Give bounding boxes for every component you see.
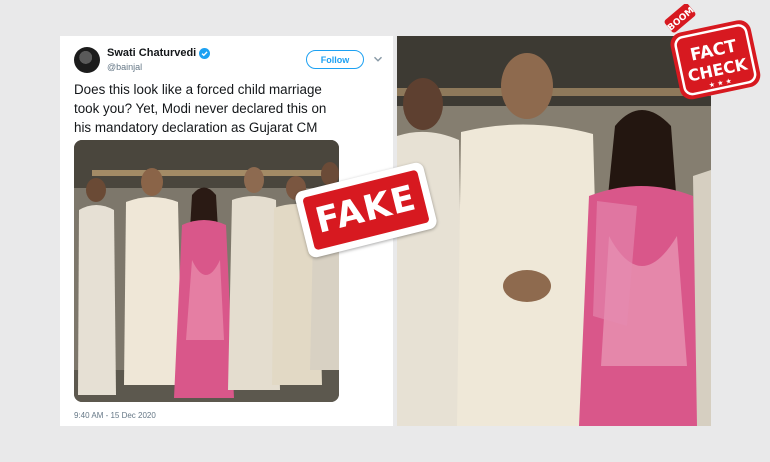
boom-fact-check-logo: FACT CHECK ★ ★ ★ BOOM — [664, 4, 761, 100]
avatar[interactable] — [74, 47, 100, 73]
follow-button[interactable]: Follow — [306, 50, 364, 69]
tweet-text-line: his mandatory declaration as Gujarat CM — [74, 120, 318, 135]
tweet-text-line: took you? Yet, Modi never declared this … — [74, 101, 327, 116]
tweet-timestamp[interactable]: 9:40 AM - 15 Dec 2020 — [74, 411, 156, 420]
tweet-text-line: Does this look like a forced child marri… — [74, 82, 322, 97]
tweet-photo[interactable] — [74, 140, 339, 402]
author-handle[interactable]: @bainjal — [107, 62, 142, 72]
tweet-text: Does this look like a forced child marri… — [74, 80, 386, 137]
verified-icon — [199, 47, 211, 59]
author-name-text: Swati Chaturvedi — [107, 47, 197, 59]
chevron-down-icon[interactable] — [373, 54, 383, 64]
author-name[interactable]: Swati Chaturvedi — [107, 47, 211, 59]
